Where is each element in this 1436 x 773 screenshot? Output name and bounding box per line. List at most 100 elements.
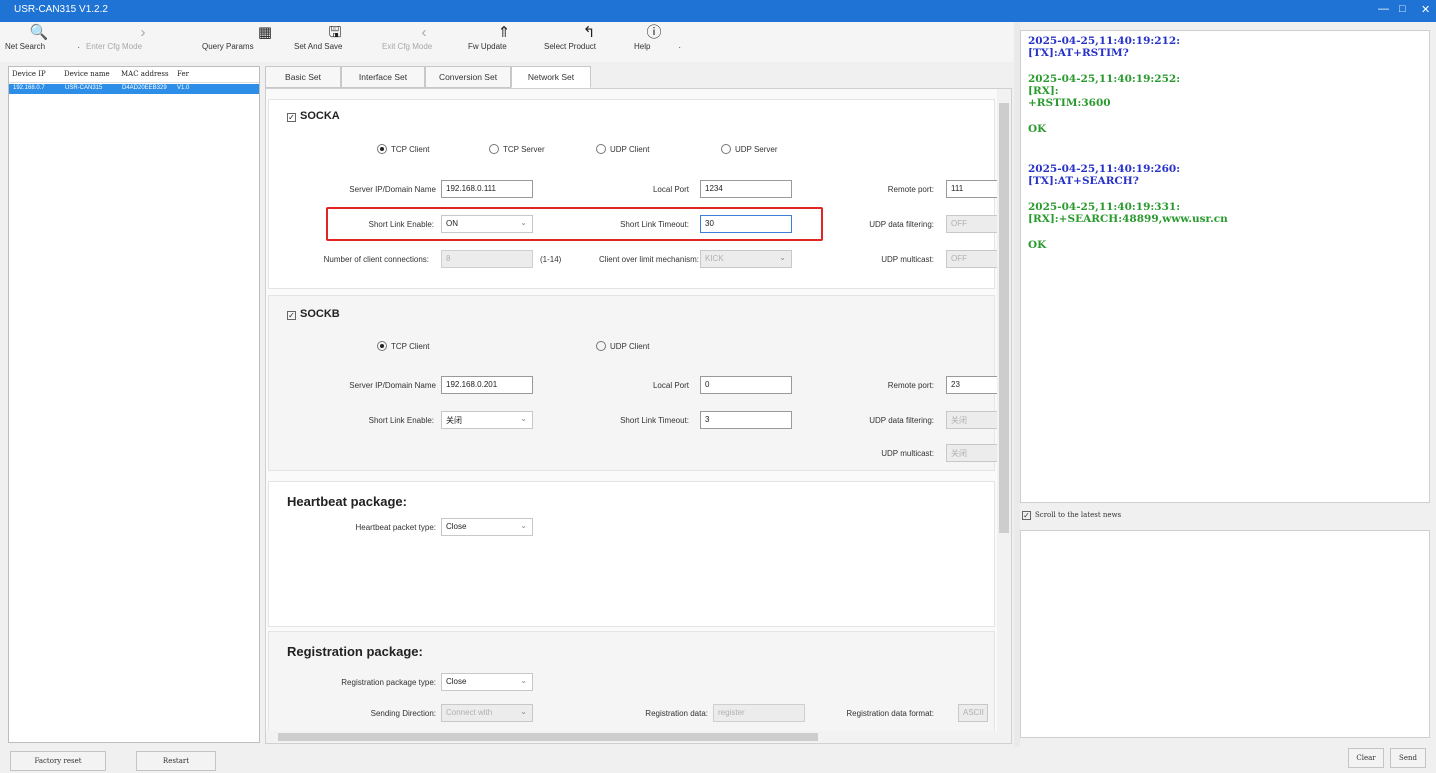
socka-server-label: Server IP/Domain Name [349,185,436,194]
exit-cfg-mode-button[interactable]: ‹ Exit Cfg Mode [382,22,466,62]
close-icon[interactable]: ✕ [1421,3,1430,16]
sockb-local-port-input[interactable]: 0 [700,376,792,394]
socka-udp-filter-label: UDP data filtering: [869,220,934,229]
sockb-udp-filter-label: UDP data filtering: [869,416,934,425]
device-list[interactable]: Device IP Device name MAC address Fer 19… [8,66,260,743]
registration-data-input[interactable]: register [713,704,805,722]
registration-format-label: Registration data format: [846,709,934,718]
factory-reset-button[interactable]: Factory reset [10,751,106,771]
registration-direction-select[interactable]: Connect with ⌄ [441,704,533,722]
column-header[interactable]: Device IP [12,70,46,78]
registration-type-select[interactable]: Close ⌄ [441,673,533,691]
checkbox-icon[interactable]: ✓ [287,311,296,320]
socka-local-port-input[interactable]: 1234 [700,180,792,198]
log-line: [RX]:+SEARCH:48899,www.usr.cn [1028,213,1228,225]
net-search-label: Net Search [5,42,46,51]
query-params-label: Query Params [202,42,254,51]
maximize-icon[interactable]: □ [1399,3,1406,15]
chevron-down-icon: ⌄ [520,707,527,716]
table-row[interactable]: 192.168.0.7 USR-CAN315 D4AD20EEB329 V1.0 [9,84,259,94]
highlight-box [326,207,823,241]
query-params-button[interactable]: ▦ Query Params [202,22,288,62]
sockb-section: ✓ SOCKB TCP Client UDP Client Server IP/D… [268,295,998,471]
sockb-radio-tcp-client[interactable]: TCP Client [377,341,430,351]
device-list-header: Device IP Device name MAC address Fer [9,67,259,83]
select-product-button[interactable]: ↰ Select Product [544,22,634,62]
help-button[interactable]: ⓘ Help [634,22,674,62]
select-value: Close [446,522,467,531]
radio-label: TCP Client [391,145,430,154]
sockb-radio-udp-client[interactable]: UDP Client [596,341,649,351]
table-cell: D4AD20EEB329 [122,85,167,91]
sockb-title[interactable]: ✓ SOCKB [287,308,340,320]
socka-over-limit-select[interactable]: KICK ⌄ [700,250,792,268]
tab-basic-set[interactable]: Basic Set [265,66,341,88]
sockb-short-timeout-input[interactable]: 3 [700,411,792,429]
socka-radio-tcp-server[interactable]: TCP Server [489,144,545,154]
select-value: Connect with [446,708,493,717]
sockb-short-link-label: Short Link Enable: [368,416,434,425]
socka-title[interactable]: ✓ SOCKA [287,110,340,122]
socka-clients-label: Number of client connections: [323,255,429,264]
minimize-icon[interactable]: — [1378,3,1389,15]
restart-button[interactable]: Restart [136,751,216,771]
radio-icon [596,341,606,351]
log-output[interactable]: 2025-04-25,11:40:19:212: [TX]:AT+RSTIM? … [1020,30,1430,503]
send-input[interactable] [1020,530,1430,738]
sockb-udp-filter-select[interactable]: 关闭 [946,411,998,429]
socka-udp-multicast-select[interactable]: OFF [946,250,998,268]
log-line: +RSTIM:3600 [1028,97,1111,109]
chevron-down-icon: ⌄ [779,253,786,262]
help-label: Help [634,42,651,51]
sockb-remote-port-input[interactable]: 23 [946,376,998,394]
send-button[interactable]: Send [1390,748,1426,768]
scroll-latest-label: Scroll to the latest news [1035,511,1122,519]
toolbar: 🔍 Net Search · › Enter Cfg Mode ▦ Query … [0,22,1015,62]
scroll-thumb[interactable] [278,733,818,741]
checkbox-icon[interactable]: ✓ [1022,511,1031,520]
tab-conversion-set[interactable]: Conversion Set [425,66,511,88]
heartbeat-type-select[interactable]: Close ⌄ [441,518,533,536]
socka-remote-port-input[interactable]: 111 [946,180,998,198]
fw-update-label: Fw Update [468,42,507,51]
socka-radio-udp-server[interactable]: UDP Server [721,144,778,154]
column-header[interactable]: Device name [64,70,110,78]
chevron-down-icon: ⌄ [520,676,527,685]
horizontal-scrollbar[interactable] [266,731,997,743]
sockb-server-input[interactable]: 192.168.0.201 [441,376,533,394]
net-search-button[interactable]: 🔍 Net Search [5,22,73,62]
clear-button[interactable]: Clear [1348,748,1384,768]
radio-label: TCP Server [503,145,545,154]
socka-radio-udp-client[interactable]: UDP Client [596,144,649,154]
radio-icon [377,144,387,154]
radio-icon [377,341,387,351]
tab-network-set[interactable]: Network Set [511,66,591,88]
chevron-down-icon: ⌄ [520,521,527,530]
socka-server-input[interactable]: 192.168.0.111 [441,180,533,198]
scroll-thumb[interactable] [999,103,1009,533]
registration-direction-label: Sending Direction: [370,709,436,718]
enter-cfg-mode-button[interactable]: › Enter Cfg Mode [86,22,200,62]
socka-radio-tcp-client[interactable]: TCP Client [377,144,430,154]
table-cell: V1.0 [177,85,190,91]
registration-title: Registration package: [287,644,423,659]
select-value: Close [446,677,467,686]
sockb-short-timeout-label: Short Link Timeout: [620,416,689,425]
tab-interface-set[interactable]: Interface Set [341,66,425,88]
fw-update-button[interactable]: ⇑ Fw Update [468,22,540,62]
checkbox-icon[interactable]: ✓ [287,113,296,122]
registration-format-select[interactable]: ASCII [958,704,988,722]
set-and-save-button[interactable]: 🖫 Set And Save [294,22,376,62]
scroll-latest-checkbox[interactable]: ✓ Scroll to the latest news [1022,511,1121,520]
socka-clients-input[interactable]: 8 [441,250,533,268]
column-header[interactable]: Fer [177,70,189,78]
chevron-left-icon: ‹ [421,24,427,41]
sockb-short-link-select[interactable]: 关闭 ⌄ [441,411,533,429]
heartbeat-title: Heartbeat package: [287,494,407,509]
sockb-udp-multicast-select[interactable]: 关闭 [946,444,998,462]
vertical-scrollbar[interactable] [997,89,1011,743]
socka-udp-filter-select[interactable]: OFF [946,215,998,233]
socka-over-limit-label: Client over limit mechanism: [598,255,699,264]
socka-local-port-label: Local Port [652,185,689,194]
column-header[interactable]: MAC address [121,70,169,78]
